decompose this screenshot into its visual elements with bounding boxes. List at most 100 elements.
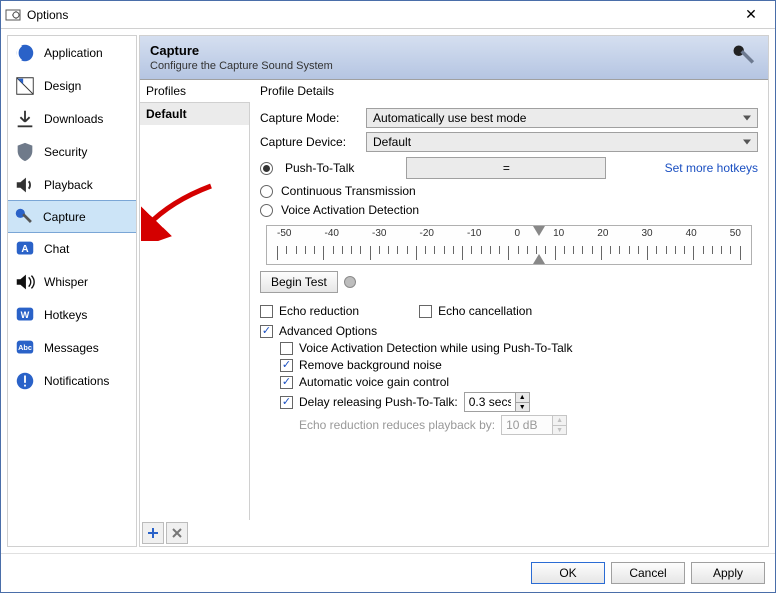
ruler-marker-bottom[interactable] — [533, 254, 545, 264]
sidebar-item-hotkeys[interactable]: W Hotkeys — [8, 298, 136, 331]
sidebar-item-label: Whisper — [44, 275, 88, 289]
close-button[interactable]: ✕ — [731, 3, 771, 27]
test-status-dot — [344, 276, 356, 288]
spinner-up[interactable]: ▲ — [515, 393, 529, 402]
capture-device-row: Capture Device: Default — [260, 132, 758, 152]
profiles-heading: Profiles — [140, 80, 250, 103]
ct-radio[interactable] — [260, 185, 273, 198]
options-window: Options ✕ Application Design Downloads S… — [0, 0, 776, 593]
delete-profile-button[interactable] — [166, 522, 188, 544]
sidebar-item-whisper[interactable]: Whisper — [8, 265, 136, 298]
sidebar-item-label: Design — [44, 79, 81, 93]
panel-title: Capture — [150, 43, 333, 58]
vad-ptt-row: Voice Activation Detection while using P… — [280, 341, 758, 355]
echo-reduction-label: Echo reduction — [279, 304, 359, 318]
echo-row: Echo reduction Echo cancellation — [260, 301, 758, 321]
ruler-marker-top[interactable] — [533, 226, 545, 236]
profiles-column: Profiles Default — [140, 80, 250, 546]
vad-row: Voice Activation Detection — [260, 203, 758, 217]
sidebar-item-label: Notifications — [44, 374, 109, 388]
agc-checkbox[interactable] — [280, 376, 293, 389]
sidebar-item-chat[interactable]: A Chat — [8, 232, 136, 265]
svg-text:A: A — [21, 243, 29, 254]
echo-cancellation-row: Echo cancellation — [419, 304, 532, 318]
sidebar-item-messages[interactable]: Abc Messages — [8, 331, 136, 364]
ptt-radio[interactable] — [260, 162, 273, 175]
vad-ptt-label: Voice Activation Detection while using P… — [299, 341, 572, 355]
delay-ptt-label: Delay releasing Push-To-Talk: — [299, 395, 458, 409]
agc-row: Automatic voice gain control — [280, 375, 758, 389]
sidebar-item-label: Security — [44, 145, 87, 159]
svg-text:W: W — [21, 309, 30, 319]
panel-header-text: Capture Configure the Capture Sound Syst… — [150, 43, 333, 72]
echo-playback-label: Echo reduction reduces playback by: — [299, 418, 495, 432]
vad-ruler[interactable]: -50 -40 -30 -20 -10 0 10 20 30 40 50 — [266, 225, 752, 265]
echo-reduction-checkbox[interactable] — [260, 305, 273, 318]
echo-cancellation-label: Echo cancellation — [438, 304, 532, 318]
apply-button[interactable]: Apply — [691, 562, 765, 584]
sidebar-item-design[interactable]: Design — [8, 69, 136, 102]
ptt-label: Push-To-Talk — [285, 161, 354, 175]
capture-mode-dropdown[interactable]: Automatically use best mode — [366, 108, 758, 128]
sidebar-item-playback[interactable]: Playback — [8, 168, 136, 201]
echo-playback-row: Echo reduction reduces playback by: ▲▼ — [280, 415, 758, 435]
profile-details: Profile Details Capture Mode: Automatica… — [250, 80, 768, 546]
delay-ptt-checkbox[interactable] — [280, 396, 293, 409]
main-panel: Capture Configure the Capture Sound Syst… — [139, 35, 769, 547]
vad-ptt-checkbox[interactable] — [280, 342, 293, 355]
advanced-label: Advanced Options — [279, 324, 377, 338]
window-title: Options — [27, 8, 731, 22]
shield-icon — [14, 141, 36, 163]
details-heading: Profile Details — [260, 84, 758, 104]
ruler-labels: -50 -40 -30 -20 -10 0 10 20 30 40 50 — [267, 226, 751, 239]
design-icon — [14, 75, 36, 97]
cancel-button[interactable]: Cancel — [611, 562, 685, 584]
sidebar-item-security[interactable]: Security — [8, 135, 136, 168]
advanced-checkbox[interactable] — [260, 325, 273, 338]
sidebar-item-label: Messages — [44, 341, 99, 355]
sidebar-item-label: Chat — [44, 242, 69, 256]
microphone-icon — [13, 206, 35, 228]
capture-device-dropdown[interactable]: Default — [366, 132, 758, 152]
sidebar-item-downloads[interactable]: Downloads — [8, 102, 136, 135]
svg-text:Abc: Abc — [18, 342, 32, 351]
ruler-ticks — [277, 246, 741, 262]
ct-label: Continuous Transmission — [281, 184, 416, 198]
ptt-hotkey-box[interactable]: = — [406, 157, 606, 179]
add-profile-button[interactable] — [142, 522, 164, 544]
profiles-list[interactable]: Default — [140, 103, 250, 520]
downloads-icon — [14, 108, 36, 130]
sidebar-item-capture[interactable]: Capture — [7, 200, 137, 233]
delay-ptt-value[interactable] — [465, 393, 515, 411]
echo-reduction-row: Echo reduction — [260, 304, 359, 318]
vad-radio[interactable] — [260, 204, 273, 217]
echo-playback-spinner: ▲▼ — [501, 415, 567, 435]
whisper-icon — [14, 271, 36, 293]
panel-subtitle: Configure the Capture Sound System — [150, 60, 333, 72]
sidebar-item-label: Downloads — [44, 112, 103, 126]
speaker-icon — [14, 174, 36, 196]
ok-button[interactable]: OK — [531, 562, 605, 584]
ptt-row: Push-To-Talk = Set more hotkeys — [260, 157, 758, 179]
profile-item[interactable]: Default — [140, 103, 249, 125]
dialog-buttons: OK Cancel Apply — [1, 553, 775, 592]
begin-test-button[interactable]: Begin Test — [260, 271, 338, 293]
capture-mode-label: Capture Mode: — [260, 111, 360, 125]
profiles-tools — [140, 520, 250, 546]
sidebar-item-notifications[interactable]: Notifications — [8, 364, 136, 397]
body: Application Design Downloads Security Pl… — [1, 29, 775, 553]
messages-icon: Abc — [14, 337, 36, 359]
sidebar: Application Design Downloads Security Pl… — [7, 35, 137, 547]
echo-cancellation-checkbox[interactable] — [419, 305, 432, 318]
spinner-down[interactable]: ▼ — [515, 402, 529, 411]
sidebar-item-label: Hotkeys — [44, 308, 87, 322]
options-icon — [5, 7, 21, 23]
hotkeys-icon: W — [14, 304, 36, 326]
microphone-icon — [730, 42, 758, 73]
delay-ptt-spinner[interactable]: ▲▼ — [464, 392, 530, 412]
remove-noise-checkbox[interactable] — [280, 359, 293, 372]
remove-noise-row: Remove background noise — [280, 358, 758, 372]
set-more-hotkeys-link[interactable]: Set more hotkeys — [665, 161, 758, 175]
echo-playback-value — [502, 416, 552, 434]
sidebar-item-application[interactable]: Application — [8, 36, 136, 69]
